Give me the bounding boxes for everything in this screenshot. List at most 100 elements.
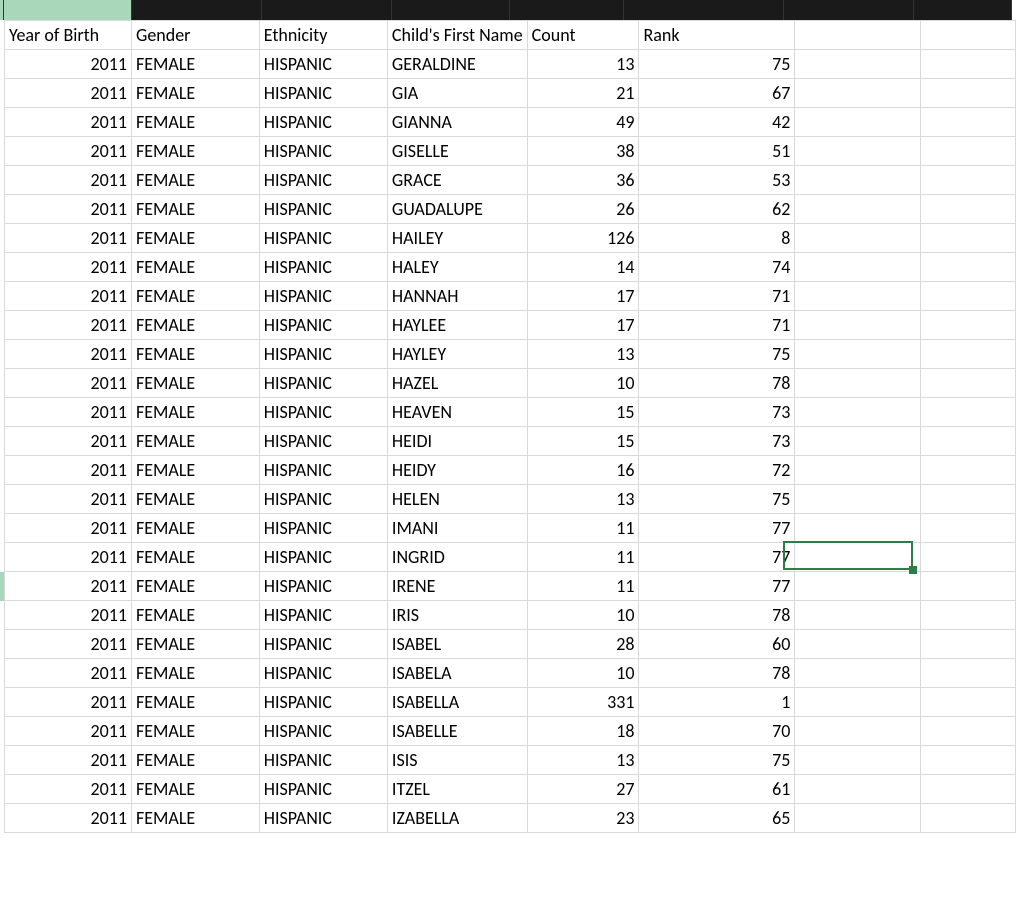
cell-count[interactable]: 11 — [527, 514, 639, 543]
cell-gender[interactable]: FEMALE — [131, 166, 259, 195]
cell-col-g[interactable] — [795, 543, 921, 572]
cell-rank[interactable]: 42 — [639, 108, 795, 137]
cell-ethnicity[interactable]: HISPANIC — [259, 630, 387, 659]
cell-gender[interactable]: FEMALE — [131, 601, 259, 630]
cell-count[interactable]: 14 — [527, 253, 639, 282]
cell-year[interactable]: 2011 — [5, 630, 132, 659]
cell-year[interactable]: 2011 — [5, 572, 132, 601]
col-header-F[interactable] — [624, 0, 784, 20]
data-table[interactable]: Year of Birth Gender Ethnicity Child's F… — [4, 20, 1016, 833]
cell-count[interactable]: 126 — [527, 224, 639, 253]
cell-ethnicity[interactable]: HISPANIC — [259, 514, 387, 543]
cell-name[interactable]: HANNAH — [387, 282, 527, 311]
cell-col-g[interactable] — [795, 630, 921, 659]
cell-ethnicity[interactable]: HISPANIC — [259, 166, 387, 195]
cell-col-h[interactable] — [921, 340, 1016, 369]
cell-year[interactable]: 2011 — [5, 108, 132, 137]
cell-rank[interactable]: 77 — [639, 543, 795, 572]
cell-name[interactable]: GIA — [387, 79, 527, 108]
cell-ethnicity[interactable]: HISPANIC — [259, 253, 387, 282]
cell-ethnicity[interactable]: HISPANIC — [259, 543, 387, 572]
cell-gender[interactable]: FEMALE — [131, 514, 259, 543]
cell-rank[interactable]: 60 — [639, 630, 795, 659]
cell-col-g[interactable] — [795, 224, 921, 253]
cell-name[interactable]: IRIS — [387, 601, 527, 630]
table-row[interactable]: 2011FEMALEHISPANICIZABELLA2365 — [5, 804, 1016, 833]
cell-count[interactable]: 331 — [527, 688, 639, 717]
cell-col-g[interactable] — [795, 514, 921, 543]
cell-count[interactable]: 11 — [527, 572, 639, 601]
cell-rank[interactable]: 78 — [639, 369, 795, 398]
cell-year[interactable]: 2011 — [5, 601, 132, 630]
cell-count[interactable]: 15 — [527, 398, 639, 427]
table-row[interactable]: 2011FEMALEHISPANICISABEL2860 — [5, 630, 1016, 659]
cell-col-g[interactable] — [795, 572, 921, 601]
cell-year[interactable]: 2011 — [5, 137, 132, 166]
cell-col-h[interactable] — [921, 166, 1016, 195]
table-row[interactable]: 2011FEMALEHISPANICINGRID1177 — [5, 543, 1016, 572]
cell-ethnicity[interactable]: HISPANIC — [259, 717, 387, 746]
cell-col-g[interactable] — [795, 253, 921, 282]
cell-gender[interactable]: FEMALE — [131, 311, 259, 340]
cell-year[interactable]: 2011 — [5, 688, 132, 717]
cell-col-h[interactable] — [921, 717, 1016, 746]
cell-name[interactable]: HAZEL — [387, 369, 527, 398]
cell-rank[interactable]: 1 — [639, 688, 795, 717]
cell-rank[interactable]: 53 — [639, 166, 795, 195]
cell-name[interactable]: IMANI — [387, 514, 527, 543]
table-row[interactable]: 2011FEMALEHISPANICISABELLE1870 — [5, 717, 1016, 746]
cell-name[interactable]: HEAVEN — [387, 398, 527, 427]
cell-ethnicity[interactable]: HISPANIC — [259, 137, 387, 166]
cell-year[interactable]: 2011 — [5, 166, 132, 195]
table-row[interactable]: 2011FEMALEHISPANICITZEL2761 — [5, 775, 1016, 804]
cell-col-h[interactable] — [921, 137, 1016, 166]
table-row[interactable]: 2011FEMALEHISPANICGIA2167 — [5, 79, 1016, 108]
cell-gender[interactable]: FEMALE — [131, 543, 259, 572]
cell-ethnicity[interactable]: HISPANIC — [259, 195, 387, 224]
cell-gender[interactable]: FEMALE — [131, 137, 259, 166]
cell-year[interactable]: 2011 — [5, 543, 132, 572]
cell-col-h[interactable] — [921, 369, 1016, 398]
col-header-D[interactable] — [392, 0, 510, 20]
cell-year[interactable]: 2011 — [5, 224, 132, 253]
cell-year[interactable]: 2011 — [5, 485, 132, 514]
cell-name[interactable]: HEIDY — [387, 456, 527, 485]
cell-year[interactable]: 2011 — [5, 659, 132, 688]
table-row[interactable]: 2011FEMALEHISPANICHANNAH1771 — [5, 282, 1016, 311]
table-row[interactable]: 2011FEMALEHISPANICHEIDY1672 — [5, 456, 1016, 485]
cell-col-h[interactable] — [921, 572, 1016, 601]
cell-count[interactable]: 18 — [527, 717, 639, 746]
cell-name[interactable]: GERALDINE — [387, 50, 527, 79]
cell-count[interactable]: 13 — [527, 485, 639, 514]
table-row[interactable]: 2011FEMALEHISPANICHAYLEE1771 — [5, 311, 1016, 340]
cell-name[interactable]: ISABELLE — [387, 717, 527, 746]
table-row[interactable]: 2011FEMALEHISPANICGIANNA4942 — [5, 108, 1016, 137]
cell-col-h[interactable] — [921, 79, 1016, 108]
cell-name[interactable]: ISABELLA — [387, 688, 527, 717]
cell-rank[interactable]: 71 — [639, 282, 795, 311]
cell-col-g[interactable] — [795, 485, 921, 514]
cell-col-g[interactable] — [795, 398, 921, 427]
cell-count[interactable]: 11 — [527, 543, 639, 572]
header-col-g[interactable] — [795, 21, 921, 50]
cell-rank[interactable]: 67 — [639, 79, 795, 108]
col-header-H[interactable] — [914, 0, 1012, 20]
cell-rank[interactable]: 73 — [639, 427, 795, 456]
header-ethnicity[interactable]: Ethnicity — [259, 21, 387, 50]
table-row[interactable]: 2011FEMALEHISPANICHAILEY1268 — [5, 224, 1016, 253]
cell-rank[interactable]: 75 — [639, 50, 795, 79]
cell-col-h[interactable] — [921, 311, 1016, 340]
cell-count[interactable]: 17 — [527, 311, 639, 340]
cell-gender[interactable]: FEMALE — [131, 485, 259, 514]
cell-ethnicity[interactable]: HISPANIC — [259, 50, 387, 79]
cell-year[interactable]: 2011 — [5, 50, 132, 79]
cell-year[interactable]: 2011 — [5, 746, 132, 775]
cell-count[interactable]: 16 — [527, 456, 639, 485]
header-row[interactable]: Year of Birth Gender Ethnicity Child's F… — [5, 21, 1016, 50]
table-row[interactable]: 2011FEMALEHISPANICGRACE3653 — [5, 166, 1016, 195]
table-row[interactable]: 2011FEMALEHISPANICHALEY1474 — [5, 253, 1016, 282]
cell-year[interactable]: 2011 — [5, 717, 132, 746]
spreadsheet-viewport[interactable]: Year of Birth Gender Ethnicity Child's F… — [0, 0, 1016, 900]
table-row[interactable]: 2011FEMALEHISPANICIRIS1078 — [5, 601, 1016, 630]
col-header-A[interactable] — [4, 0, 132, 20]
